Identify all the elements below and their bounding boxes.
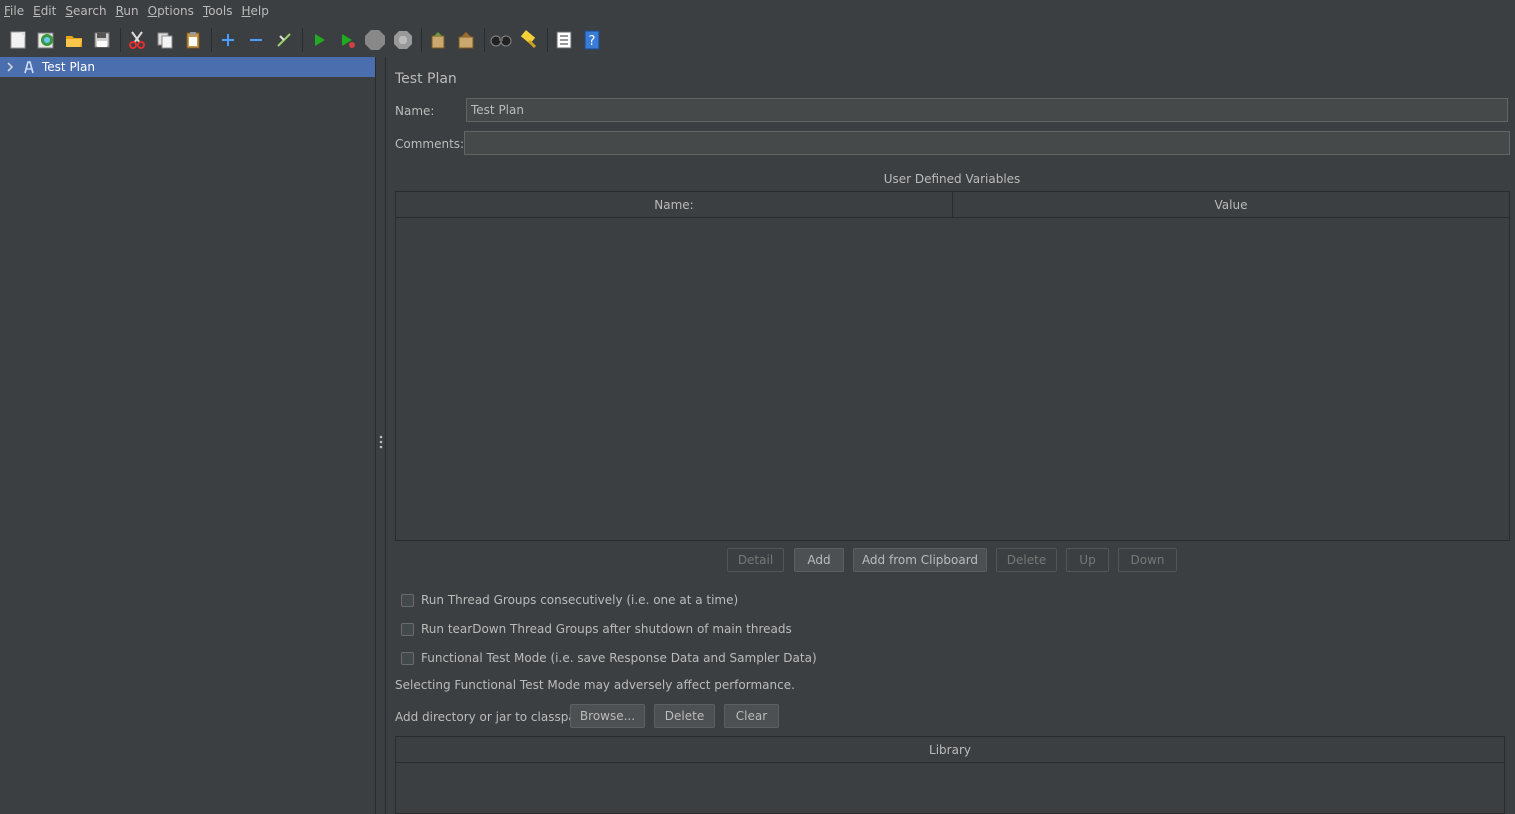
clear-classpath-button[interactable]: Clear bbox=[724, 704, 779, 728]
start-no-pause-icon[interactable] bbox=[335, 28, 359, 52]
name-field[interactable] bbox=[466, 98, 1508, 122]
library-column[interactable]: Library bbox=[396, 737, 1504, 762]
new-icon[interactable] bbox=[6, 28, 30, 52]
down-button[interactable]: Down bbox=[1118, 548, 1177, 572]
test-plan-icon bbox=[20, 60, 38, 74]
menu-file[interactable]: File bbox=[4, 4, 31, 18]
udv-column-value[interactable]: Value bbox=[953, 192, 1509, 217]
add-from-clipboard-button[interactable]: Add from Clipboard bbox=[853, 548, 987, 572]
expand-icon[interactable] bbox=[216, 28, 240, 52]
menu-bar: File Edit Search Run Options Tools Help bbox=[0, 0, 1515, 22]
functional-warning: Selecting Functional Test Mode may adver… bbox=[395, 678, 795, 692]
drag-handle-icon bbox=[379, 435, 383, 449]
name-label: Name: bbox=[395, 104, 435, 118]
start-icon[interactable] bbox=[307, 28, 331, 52]
shutdown-icon[interactable] bbox=[391, 28, 415, 52]
detail-button[interactable]: Detail bbox=[727, 548, 784, 572]
copy-icon[interactable] bbox=[153, 28, 177, 52]
split-pane-divider[interactable] bbox=[376, 57, 386, 814]
toolbar-separator bbox=[302, 28, 303, 52]
search-icon[interactable] bbox=[489, 28, 513, 52]
browse-button[interactable]: Browse... bbox=[570, 704, 645, 728]
test-plan-panel: Test Plan Name: Comments: User Defined V… bbox=[387, 57, 1515, 814]
teardown-label: Run tearDown Thread Groups after shutdow… bbox=[421, 622, 792, 636]
toolbar-separator bbox=[211, 28, 212, 52]
menu-tools[interactable]: Tools bbox=[203, 4, 240, 18]
stop-icon[interactable] bbox=[363, 28, 387, 52]
serialize-threadgroups-option[interactable]: Run Thread Groups consecutively (i.e. on… bbox=[401, 593, 738, 607]
library-table-header: Library bbox=[396, 737, 1504, 763]
cut-icon[interactable] bbox=[125, 28, 149, 52]
paste-icon[interactable] bbox=[181, 28, 205, 52]
clear-icon[interactable] bbox=[426, 28, 450, 52]
test-plan-tree: Test Plan bbox=[0, 57, 376, 814]
toolbar-separator bbox=[547, 28, 548, 52]
function-helper-icon[interactable] bbox=[552, 28, 576, 52]
reset-search-icon[interactable] bbox=[517, 28, 541, 52]
svg-text:?: ? bbox=[589, 34, 596, 49]
menu-options[interactable]: Options bbox=[148, 4, 201, 18]
save-icon[interactable] bbox=[90, 28, 114, 52]
templates-icon[interactable] bbox=[34, 28, 58, 52]
chevron-right-icon[interactable] bbox=[0, 62, 20, 72]
toolbar-separator bbox=[120, 28, 121, 52]
library-table[interactable]: Library bbox=[395, 736, 1505, 814]
toggle-icon[interactable] bbox=[272, 28, 296, 52]
add-button[interactable]: Add bbox=[794, 548, 844, 572]
tree-node-label: Test Plan bbox=[42, 60, 95, 74]
tree-node-test-plan[interactable]: Test Plan bbox=[0, 57, 375, 77]
serialize-checkbox[interactable] bbox=[401, 593, 414, 607]
menu-help[interactable]: Help bbox=[242, 4, 276, 18]
menu-edit[interactable]: Edit bbox=[33, 4, 63, 18]
toolbar: ? bbox=[0, 24, 1515, 56]
help-icon[interactable]: ? bbox=[580, 28, 604, 52]
functional-checkbox[interactable] bbox=[401, 651, 414, 665]
up-button[interactable]: Up bbox=[1066, 548, 1109, 572]
teardown-option[interactable]: Run tearDown Thread Groups after shutdow… bbox=[401, 622, 792, 636]
open-icon[interactable] bbox=[62, 28, 86, 52]
serialize-label: Run Thread Groups consecutively (i.e. on… bbox=[421, 593, 739, 607]
udv-section-title: User Defined Variables bbox=[883, 172, 1021, 186]
teardown-checkbox[interactable] bbox=[401, 622, 414, 636]
udv-column-name[interactable]: Name: bbox=[396, 192, 953, 217]
classpath-label: Add directory or jar to classpath bbox=[395, 710, 589, 724]
panel-title: Test Plan bbox=[395, 71, 457, 87]
comments-label: Comments: bbox=[395, 137, 465, 151]
toolbar-separator bbox=[484, 28, 485, 52]
toolbar-separator bbox=[421, 28, 422, 52]
clear-all-icon[interactable] bbox=[454, 28, 478, 52]
functional-label: Functional Test Mode (i.e. save Response… bbox=[421, 651, 817, 665]
menu-search[interactable]: Search bbox=[65, 4, 113, 18]
menu-run[interactable]: Run bbox=[116, 4, 146, 18]
udv-button-row: Detail Add Add from Clipboard Delete Up … bbox=[387, 548, 1515, 572]
udv-table-header: Name: Value bbox=[396, 192, 1509, 218]
functional-mode-option[interactable]: Functional Test Mode (i.e. save Response… bbox=[401, 651, 817, 665]
comments-field[interactable] bbox=[464, 131, 1510, 155]
collapse-icon[interactable] bbox=[244, 28, 268, 52]
delete-classpath-button[interactable]: Delete bbox=[654, 704, 715, 728]
udv-table[interactable]: Name: Value bbox=[395, 191, 1510, 541]
delete-variable-button[interactable]: Delete bbox=[996, 548, 1057, 572]
